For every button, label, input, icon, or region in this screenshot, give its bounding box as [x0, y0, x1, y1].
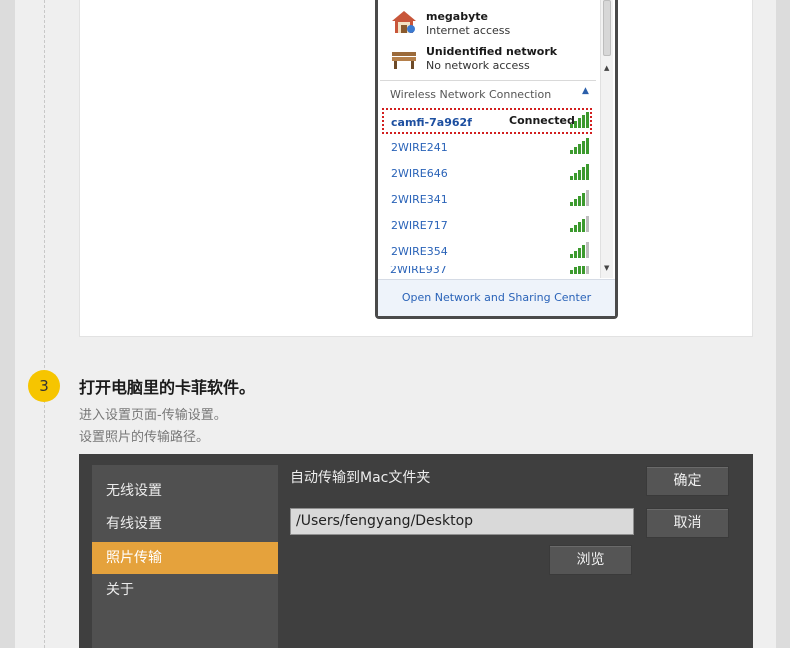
step-number-badge: 3 — [28, 370, 60, 402]
timeline-dashed-line — [44, 0, 45, 648]
camfi-settings-window: 无线设置 有线设置 照片传输 关于 自动传输到Mac文件夹 /Users/fen… — [79, 454, 753, 648]
auto-transfer-label: 自动传输到Mac文件夹 — [290, 470, 431, 486]
network-item-unidentified[interactable]: Unidentified network No network access — [390, 44, 590, 74]
signal-bars-icon — [570, 216, 590, 232]
signal-bars-icon — [570, 112, 590, 128]
signal-bars-icon — [570, 138, 590, 154]
wifi-item-cutoff[interactable]: 2WIRE937 — [390, 266, 450, 274]
signal-bars-icon — [570, 190, 590, 206]
right-margin — [776, 0, 790, 648]
ok-button[interactable]: 确定 — [646, 466, 729, 496]
wifi-item-camfi[interactable]: camfi-7a962f — [391, 116, 472, 129]
network-status: Internet access — [426, 24, 511, 37]
signal-bars-icon — [570, 164, 590, 180]
connected-status: Connected — [509, 114, 575, 127]
wifi-item-2wire646[interactable]: 2WIRE646 — [391, 167, 448, 180]
menu-item-photo-transfer[interactable]: 照片传输 — [92, 542, 278, 574]
step-title: 打开电脑里的卡菲软件。 — [79, 378, 256, 397]
transfer-path-input[interactable]: /Users/fengyang/Desktop — [290, 508, 634, 535]
scroll-up-arrow-icon[interactable]: ▲ — [604, 64, 609, 72]
menu-item-wired[interactable]: 有线设置 — [92, 508, 278, 540]
network-status: No network access — [426, 59, 530, 72]
wifi-item-2wire354[interactable]: 2WIRE354 — [391, 245, 448, 258]
signal-bars-icon — [570, 266, 590, 274]
network-sharing-center-link[interactable]: Open Network and Sharing Center — [378, 291, 615, 304]
step-description-line2: 设置照片的传输路径。 — [79, 430, 210, 445]
bench-network-icon — [392, 52, 416, 69]
divider — [380, 80, 596, 81]
popup-footer: Open Network and Sharing Center — [378, 279, 615, 316]
wifi-item-2wire341[interactable]: 2WIRE341 — [391, 193, 448, 206]
left-margin — [0, 0, 15, 648]
step-description-line1: 进入设置页面-传输设置。 — [79, 408, 227, 423]
wifi-item-2wire241[interactable]: 2WIRE241 — [391, 141, 448, 154]
scroll-down-arrow-icon[interactable]: ▼ — [604, 264, 609, 272]
browse-button[interactable]: 浏览 — [549, 545, 632, 575]
scroll-thumb[interactable] — [603, 0, 611, 56]
wireless-section-header: Wireless Network Connection — [390, 88, 552, 101]
collapse-caret-icon[interactable]: ▲ — [582, 86, 589, 96]
settings-sidebar: 无线设置 有线设置 照片传输 关于 — [92, 465, 278, 648]
cancel-button[interactable]: 取消 — [646, 508, 729, 538]
scrollbar[interactable]: ▲ ▼ — [600, 0, 613, 278]
wifi-item-2wire717[interactable]: 2WIRE717 — [391, 219, 448, 232]
network-popup: megabyte Internet access Unidentified ne… — [375, 0, 618, 319]
network-item-megabyte[interactable]: megabyte Internet access — [390, 9, 590, 39]
step2-image-card: megabyte Internet access Unidentified ne… — [79, 0, 753, 337]
menu-item-about[interactable]: 关于 — [92, 574, 278, 606]
menu-item-wireless[interactable]: 无线设置 — [92, 475, 278, 507]
network-name: Unidentified network — [426, 45, 558, 58]
signal-bars-icon — [570, 242, 590, 258]
network-name: megabyte — [426, 10, 488, 23]
house-network-icon — [392, 11, 416, 33]
